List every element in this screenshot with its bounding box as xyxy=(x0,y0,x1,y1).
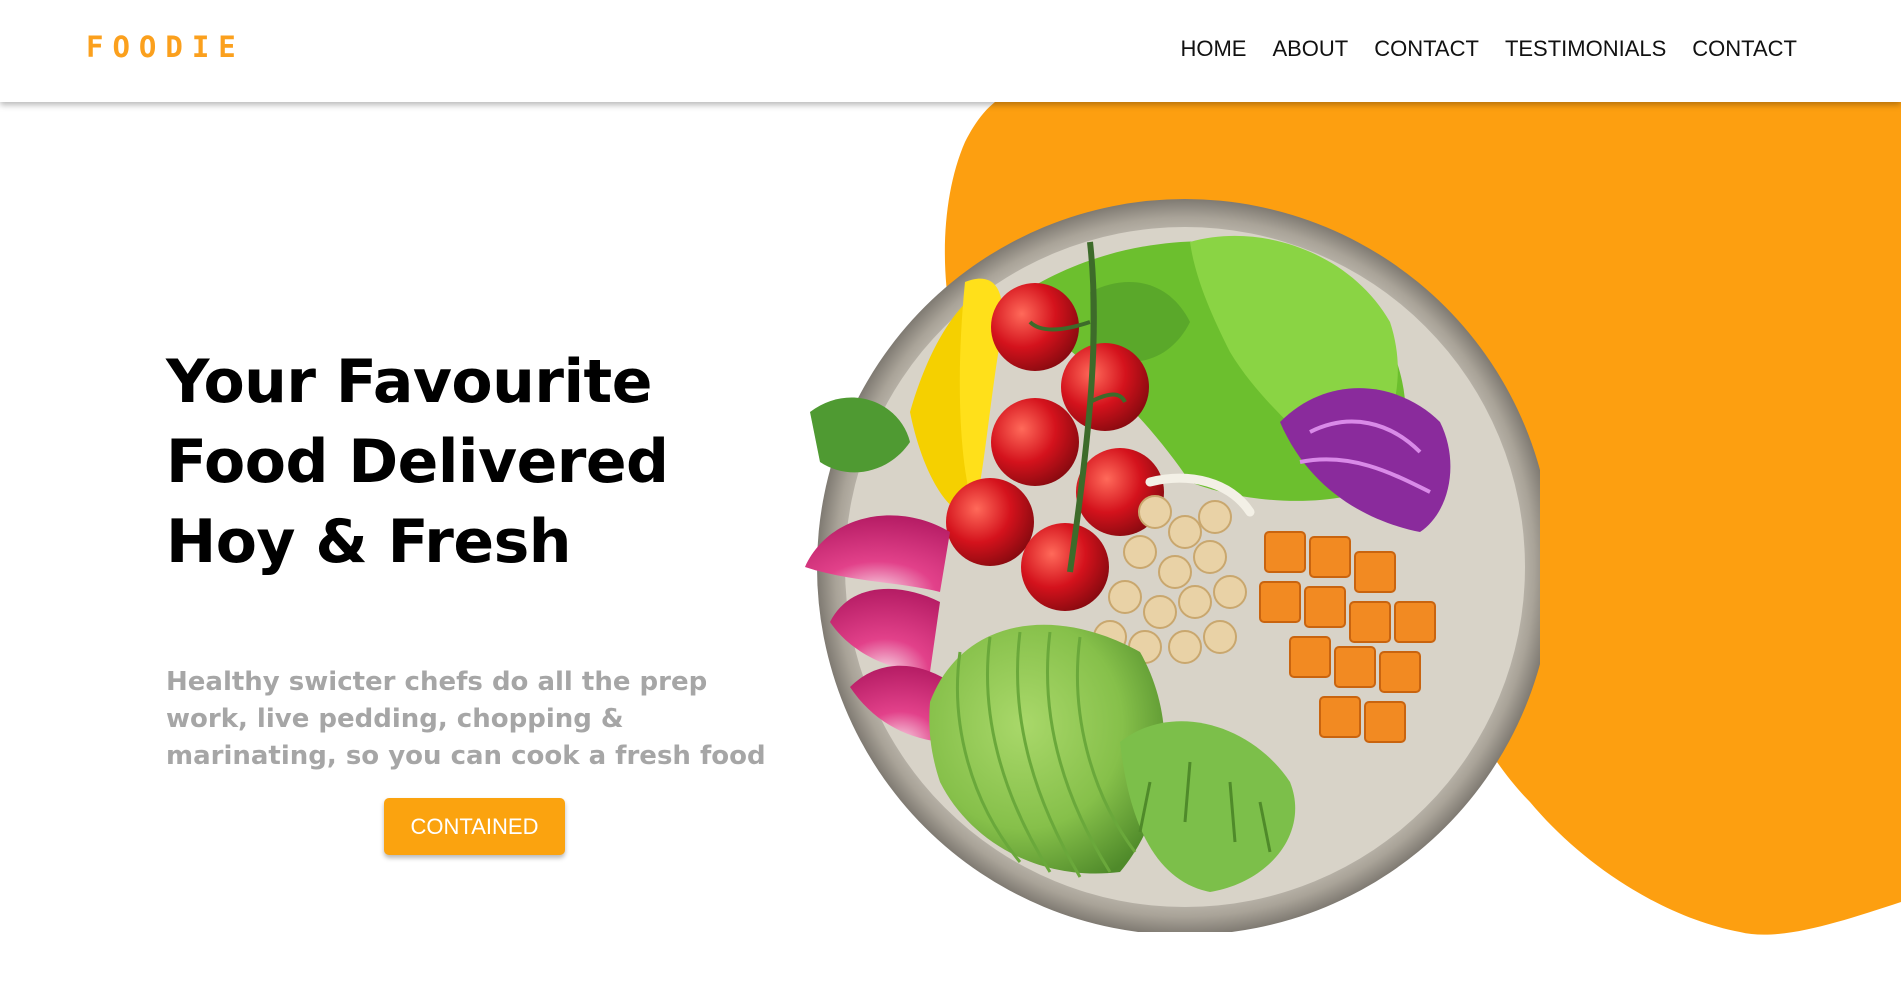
navbar: FOODIE HOME ABOUT CONTACT TESTIMONIALS C… xyxy=(0,0,1901,102)
salad-bowl-image xyxy=(805,199,1540,932)
nav-item-home[interactable]: HOME xyxy=(1180,36,1246,62)
nav-item-about[interactable]: ABOUT xyxy=(1272,36,1348,62)
hero-title: Your Favourite Food Delivered Hoy & Fres… xyxy=(166,347,669,577)
brand-logo[interactable]: FOODIE xyxy=(86,30,245,64)
contained-button[interactable]: CONTAINED xyxy=(384,798,565,855)
hero-subtitle: Healthy swicter chefs do all the prep wo… xyxy=(166,667,766,771)
nav-links: HOME ABOUT CONTACT TESTIMONIALS CONTACT xyxy=(1154,36,1797,62)
hero-section: Your Favourite Food Delivered Hoy & Fres… xyxy=(0,102,1901,982)
nav-item-testimonials[interactable]: TESTIMONIALS xyxy=(1505,36,1666,62)
nav-item-contact-2[interactable]: CONTACT xyxy=(1692,36,1797,62)
nav-item-contact[interactable]: CONTACT xyxy=(1374,36,1479,62)
